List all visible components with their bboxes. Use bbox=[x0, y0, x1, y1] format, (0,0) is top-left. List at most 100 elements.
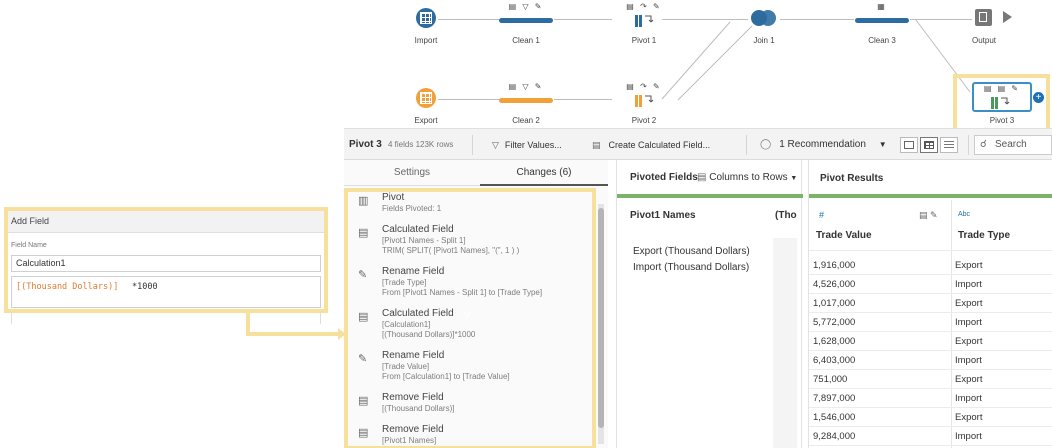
trade-type-cell: Import bbox=[955, 317, 982, 328]
recommendation-label: 1 Recommendation bbox=[779, 139, 866, 150]
pivot-results-title: Pivot Results bbox=[820, 173, 884, 184]
trade-type-cell: Export bbox=[955, 336, 983, 347]
add-field-dialog: Add Field Field Name Calculation1 [(Thou… bbox=[4, 207, 328, 325]
trade-type-cell: Import bbox=[955, 431, 982, 442]
trade-value-cell: 1,017,000 bbox=[813, 298, 856, 309]
step-toolbar: Pivot 3 4 fields 123K rows ▽ Filter Value… bbox=[344, 128, 1052, 160]
highlight-changes-list bbox=[344, 188, 596, 448]
node-label: Pivot 3 bbox=[989, 116, 1015, 125]
lightbulb-icon: ◯ bbox=[760, 139, 772, 150]
dialog-title-bar: Add Field bbox=[8, 211, 324, 233]
pivot-icon bbox=[635, 95, 654, 107]
node-label: Join 1 bbox=[753, 36, 775, 45]
columns-to-rows-dropdown[interactable]: ▤ Columns to Rows ▼ bbox=[697, 160, 797, 197]
table-row[interactable]: 1,017,000 Export bbox=[809, 294, 1052, 313]
input-icon bbox=[416, 88, 436, 108]
trade-value-cell: 1,546,000 bbox=[813, 412, 856, 423]
columns-rows-icon: ▤ bbox=[697, 172, 707, 183]
calc-icon: ▤ bbox=[592, 140, 601, 150]
mid-scroll-column bbox=[773, 238, 797, 448]
pivot-names-header: Pivot1 Names bbox=[630, 210, 696, 221]
tho-header: (Tho bbox=[775, 210, 797, 221]
step-name: Pivot 3 bbox=[349, 139, 382, 150]
step-action-icons: ▤ ↷ ✎ bbox=[626, 82, 662, 91]
table-row[interactable]: 6,403,000 Import bbox=[809, 351, 1052, 370]
flow-node-export[interactable]: Export bbox=[386, 88, 466, 128]
tab-settings[interactable]: Settings bbox=[344, 160, 480, 186]
filter-label: Filter Values... bbox=[504, 140, 562, 150]
formula-operator: *1000 bbox=[132, 282, 158, 292]
output-icon bbox=[975, 9, 992, 26]
mode-label: Columns to Rows bbox=[709, 172, 788, 183]
trade-value-cell: 751,000 bbox=[813, 374, 848, 385]
view-list-button[interactable] bbox=[940, 137, 958, 153]
trade-type-cell: Import bbox=[955, 355, 982, 366]
pivot-icon bbox=[991, 97, 1010, 109]
flow-node-clean3[interactable]: ▦ Clean 3 bbox=[842, 2, 922, 48]
flow-node-import[interactable]: Import bbox=[386, 8, 466, 48]
flow-node-join1[interactable]: Join 1 bbox=[724, 8, 804, 48]
table-row[interactable]: 1,546,000 Export bbox=[809, 408, 1052, 427]
node-label: Import bbox=[414, 36, 438, 45]
filter-values-button[interactable]: ▽ Filter Values... bbox=[492, 129, 562, 161]
table-row[interactable]: 7,897,000 Import bbox=[809, 389, 1052, 408]
step-action-icons: ▤ ▽ ✎ bbox=[508, 82, 544, 91]
field-name-value: Calculation1 bbox=[16, 258, 66, 268]
formula-editor[interactable]: [(Thousand Dollars)] *1000 bbox=[11, 276, 321, 308]
node-label: Pivot 2 bbox=[631, 116, 657, 125]
field-name-label: Field Name bbox=[11, 242, 47, 249]
flow-node-pivot3[interactable]: ▤ ▤ ✎ + Pivot 3 bbox=[960, 82, 1044, 126]
table-row[interactable]: 751,000 Export bbox=[809, 370, 1052, 389]
trade-type-cell: Import bbox=[955, 279, 982, 290]
view-card-button[interactable] bbox=[900, 137, 918, 153]
trade-value-cell: 7,897,000 bbox=[813, 393, 856, 404]
field-name-input[interactable]: Calculation1 bbox=[11, 255, 321, 272]
table-row[interactable]: 9,284,000 Import bbox=[809, 427, 1052, 446]
trade-type-cell: Export bbox=[955, 412, 983, 423]
trade-type-cell: Export bbox=[955, 260, 983, 271]
trade-type-header[interactable]: Trade Type bbox=[958, 230, 1010, 241]
recommendation-dropdown[interactable]: ◯ 1 Recommendation ▼ bbox=[760, 129, 887, 161]
pivot-results-pane: Pivot Results # ▤ ✎ Abc Trade Value Trad… bbox=[808, 160, 1052, 448]
clean-step-bar bbox=[855, 18, 909, 23]
table-row[interactable]: 5,772,000 Import bbox=[809, 313, 1052, 332]
pivoted-fields-header: Pivoted Fields ▤ Columns to Rows ▼ bbox=[617, 160, 803, 198]
flow-node-clean1[interactable]: ▤ ▽ ✎ Clean 1 bbox=[486, 2, 566, 48]
changes-scrollbar[interactable] bbox=[598, 204, 604, 444]
clean-step-bar bbox=[499, 98, 553, 103]
trade-type-cell: Export bbox=[955, 298, 983, 309]
flow-node-pivot2[interactable]: ▤ ↷ ✎ Pivot 2 bbox=[604, 82, 684, 128]
flow-node-clean2[interactable]: ▤ ▽ ✎ Clean 2 bbox=[486, 82, 566, 128]
join-icon bbox=[751, 10, 776, 26]
step-action-icons: ▤ ▽ ✎ bbox=[508, 2, 544, 11]
pivot-value[interactable]: Import (Thousand Dollars) bbox=[633, 262, 749, 273]
flow-node-output[interactable]: Output bbox=[944, 8, 1024, 48]
string-type-icon: Abc bbox=[958, 211, 971, 218]
column-action-icons[interactable]: ▤ ✎ bbox=[919, 210, 938, 221]
table-row[interactable]: 1,628,000 Export bbox=[809, 332, 1052, 351]
trade-type-cell: Import bbox=[955, 393, 982, 404]
formula-field-ref: [(Thousand Dollars)] bbox=[16, 282, 119, 292]
tab-changes[interactable]: Changes (6) bbox=[480, 160, 608, 186]
pivoted-fields-pane: Pivoted Fields ▤ Columns to Rows ▼ Pivot… bbox=[616, 160, 803, 448]
clean-step-bar bbox=[499, 18, 553, 23]
trade-value-header[interactable]: Trade Value bbox=[816, 230, 872, 241]
pivot-icon bbox=[635, 15, 654, 27]
table-row[interactable]: 4,526,000 Import bbox=[809, 275, 1052, 294]
add-step-icon[interactable]: + bbox=[1033, 92, 1044, 103]
create-calculated-field-button[interactable]: ▤ Create Calculated Field... bbox=[592, 129, 710, 161]
filter-icon: ▽ bbox=[492, 140, 499, 150]
trade-value-cell: 6,403,000 bbox=[813, 355, 856, 366]
input-icon bbox=[416, 8, 436, 28]
table-row[interactable]: 1,916,000 Export bbox=[809, 256, 1052, 275]
search-box[interactable]: ☌ Search bbox=[974, 135, 1052, 155]
node-label: Pivot 1 bbox=[631, 36, 657, 45]
view-table-button[interactable] bbox=[920, 137, 938, 153]
dialog-title: Add Field bbox=[11, 216, 50, 226]
flow-node-pivot1[interactable]: ▤ ↷ ✎ Pivot 1 bbox=[604, 2, 684, 48]
run-flow-icon[interactable] bbox=[1003, 11, 1012, 23]
calc-label: Create Calculated Field... bbox=[608, 140, 711, 150]
node-label: Clean 1 bbox=[512, 36, 540, 45]
node-label: Clean 3 bbox=[868, 36, 896, 45]
pivot-value[interactable]: Export (Thousand Dollars) bbox=[633, 246, 750, 257]
